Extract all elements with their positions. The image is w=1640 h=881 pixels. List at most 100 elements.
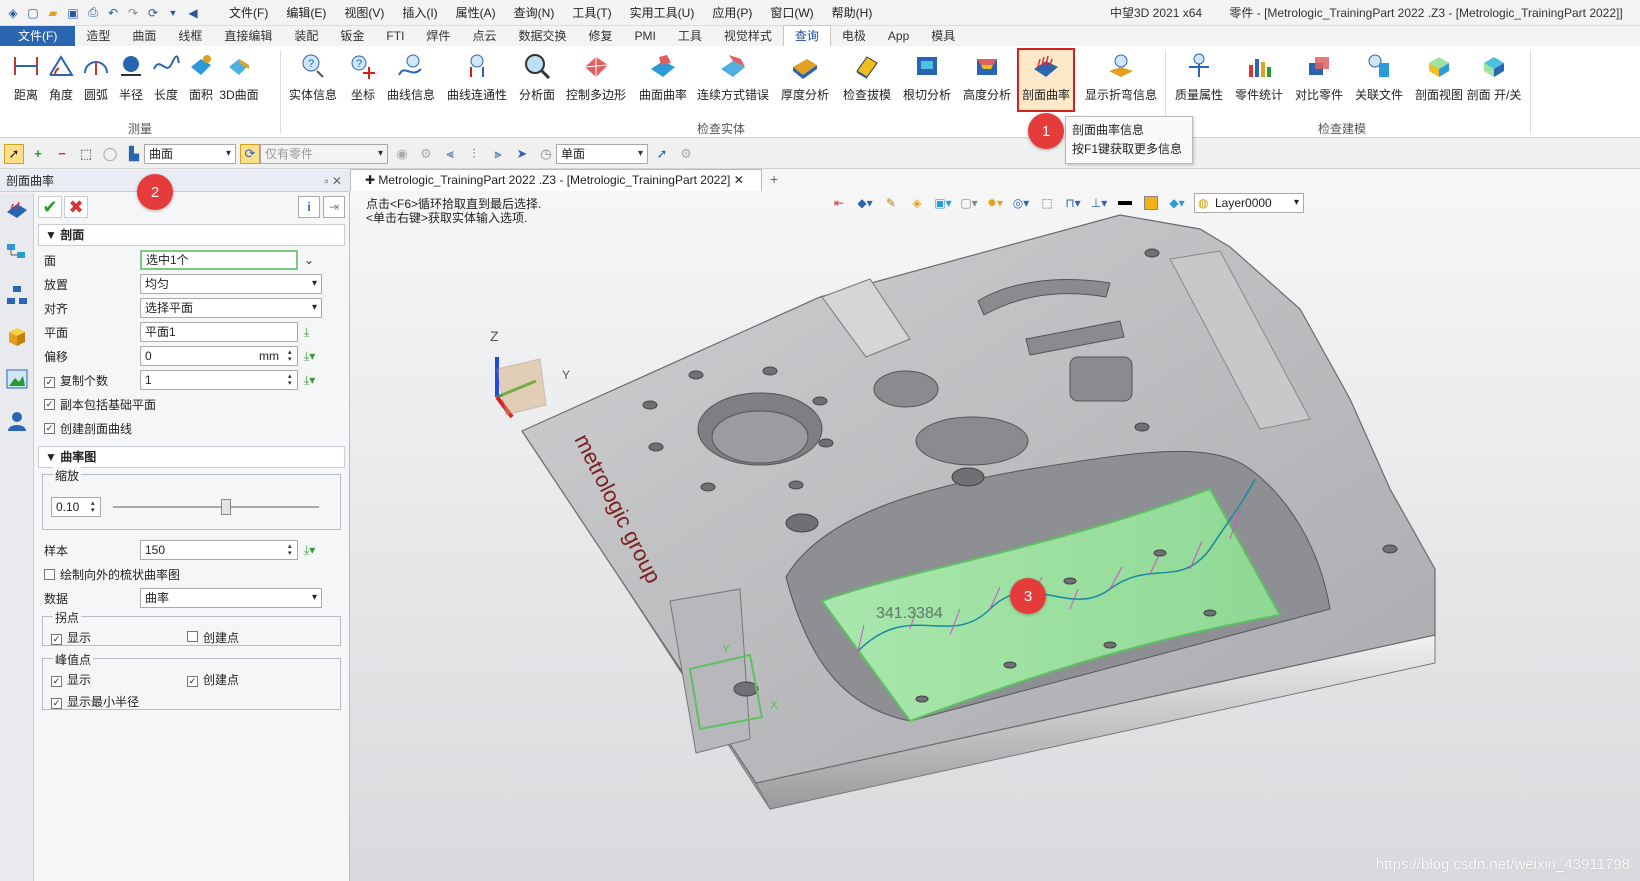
pin-icon[interactable]: ⇥ [323,196,345,218]
menu-apps[interactable]: 应用(P) [703,0,761,26]
undercut-analysis-button[interactable]: 根切分析 [897,50,957,120]
tab-electrode[interactable]: 电极 [831,26,877,46]
tab-app[interactable]: App [877,26,920,46]
inflection-show-checkbox[interactable]: ✓ [51,634,62,645]
assembly-tree-icon[interactable] [4,282,30,308]
close-icon[interactable]: ▫ ✕ [324,170,342,192]
tab-tools[interactable]: 工具 [667,26,713,46]
part-model[interactable]: Z Y Y X metrologic group [350,169,1640,881]
align-right-icon[interactable]: ⫸ [488,144,508,164]
tab-direct-edit[interactable]: 直接编辑 [213,26,283,46]
thickness-analysis-button[interactable]: 厚度分析 [775,50,835,120]
include-base-checkbox[interactable]: ✓ [44,398,55,410]
tab-mold[interactable]: 模具 [920,26,966,46]
chevron-down-icon[interactable]: ⌄ [304,253,314,267]
placement-select[interactable]: 均匀 [140,274,322,294]
tab-wireframe[interactable]: 线框 [167,26,213,46]
copies-checkbox[interactable]: ✓ [44,376,55,388]
part-scope-select[interactable]: 仅有零件 [260,143,388,164]
part-filter-icon[interactable]: ⟳ [240,143,260,164]
pick-plane-icon[interactable]: ⤓ [304,325,309,340]
align-center-icon[interactable]: ⫶ [464,144,484,164]
align-left-icon[interactable]: ⫷ [440,144,460,164]
cancel-button[interactable]: ✖ [64,196,88,218]
menu-attribute[interactable]: 属性(A) [447,0,505,26]
compare-parts-button[interactable]: 对比零件 [1289,50,1349,120]
offset-variable-icon[interactable]: ⤓▾ [304,349,315,364]
align-select[interactable]: 选择平面 [140,298,322,318]
tab-file[interactable]: 文件(F) [0,26,76,46]
chevron-down-icon[interactable]: ▼ [164,4,182,22]
copies-field[interactable]: 1 [140,370,298,390]
tab-data-exchange[interactable]: 数据交换 [507,26,577,46]
samples-variable-icon[interactable]: ⤓▾ [304,543,315,558]
section-curvature-button[interactable]: 剖面曲率 [1017,48,1075,112]
info-icon[interactable]: i [298,196,320,218]
tab-weldment[interactable]: 焊件 [415,26,461,46]
print-icon[interactable]: ⎙ [84,4,102,22]
settings-icon[interactable]: ⚙ [676,144,696,164]
create-curve-checkbox[interactable]: ✓ [44,422,55,434]
tab-surface[interactable]: 曲面 [121,26,167,46]
tab-sheet-metal[interactable]: 钣金 [329,26,375,46]
mirror-checkbox[interactable] [44,568,55,580]
remove-icon[interactable]: − [52,144,72,164]
3d-viewport[interactable]: ✚ Metrologic_TrainingPart 2022 .Z3 - [Me… [350,169,1640,881]
lasso-icon[interactable]: ◯ [100,144,120,164]
plane-field[interactable]: 平面1 [140,322,298,342]
offset-field[interactable]: 0 mm [140,346,298,366]
samples-field[interactable]: 150 [140,540,298,560]
back-arrow-icon[interactable]: ◀ [184,4,202,22]
open-folder-icon[interactable]: ▰ [44,4,62,22]
image-gallery-icon[interactable] [4,366,30,392]
scale-slider-track[interactable] [113,506,319,508]
related-files-button[interactable]: 关联文件 [1349,50,1409,120]
section-view-button[interactable]: 剖面视图 [1409,50,1469,120]
pick-icon[interactable]: ◉ [392,144,412,164]
inflection-create-checkbox[interactable] [187,631,198,642]
redo-icon[interactable]: ↷ [124,4,142,22]
menu-window[interactable]: 窗口(W) [761,0,822,26]
control-polygon-button[interactable]: 控制多边形 [566,50,626,120]
cursor-icon[interactable]: ➚ [652,144,672,164]
tab-query[interactable]: 查询 [782,25,831,46]
data-select[interactable]: 曲率 [140,588,322,608]
copies-variable-icon[interactable]: ⤓▾ [304,373,315,388]
menu-view[interactable]: 视图(V) [335,0,393,26]
mass-properties-button[interactable]: 质量属性 [1169,50,1229,120]
select-arrow-icon[interactable]: ➚ [4,143,24,164]
menu-insert[interactable]: 插入(I) [393,0,446,26]
pointer-icon[interactable]: ➤ [512,144,532,164]
section-header-section[interactable]: ▼ 剖面 [38,224,345,246]
min-radius-checkbox[interactable]: ✓ [51,698,62,709]
peak-show-checkbox[interactable]: ✓ [51,676,62,687]
bend-info-button[interactable]: 显示折弯信息 [1084,50,1158,120]
app-logo-icon[interactable]: ◈ [4,4,22,22]
face-field[interactable]: 选中1个 [140,250,298,270]
tab-pmi[interactable]: PMI [623,26,666,46]
curve-connectivity-button[interactable]: 曲线连通性 [447,50,507,120]
section-toggle-button[interactable]: 剖面 开/关 [1462,50,1526,120]
ok-button[interactable]: ✔ [38,196,62,218]
menu-help[interactable]: 帮助(H) [823,0,882,26]
curve-info-button[interactable]: 曲线信息 [381,50,441,120]
tab-repair[interactable]: 修复 [577,26,623,46]
new-file-icon[interactable]: ▢ [24,4,42,22]
view-cube-icon[interactable] [4,324,30,350]
scale-slider-thumb[interactable] [221,499,232,515]
check-draft-button[interactable]: 检查拔模 [837,50,897,120]
section-header-curvature-plot[interactable]: ▼ 曲率图 [38,446,345,468]
tab-assembly[interactable]: 装配 [283,26,329,46]
surface-curvature-button[interactable]: 曲面曲率 [633,50,693,120]
3d-surface-button[interactable]: 3D曲面 [209,50,269,120]
history-tree-icon[interactable] [4,240,30,266]
box-select-icon[interactable]: ⬚ [76,144,96,164]
gear-icon[interactable]: ⚙ [416,144,436,164]
height-analysis-button[interactable]: 高度分析 [957,50,1017,120]
menu-file[interactable]: 文件(F) [220,0,277,26]
filter-select[interactable]: 曲面 [144,143,236,164]
menu-tools[interactable]: 工具(T) [563,0,620,26]
continuity-error-button[interactable]: 连续方式错误 [697,50,769,120]
peak-create-checkbox[interactable]: ✓ [187,676,198,687]
menu-utilities[interactable]: 实用工具(U) [621,0,704,26]
